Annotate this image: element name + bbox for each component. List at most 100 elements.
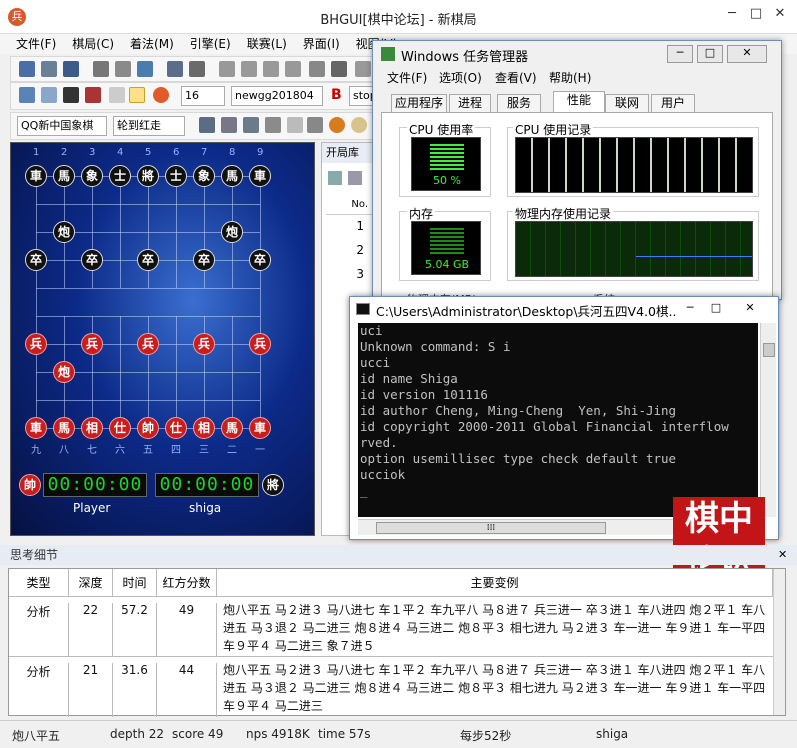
prev-move-icon[interactable] [241,61,257,77]
rotate-icon[interactable] [221,117,237,133]
black-cannon[interactable]: 炮 [221,221,243,243]
search-icon[interactable] [129,87,145,103]
red-commander[interactable]: 帥 [137,417,159,439]
redo-icon[interactable] [331,61,347,77]
next-move-icon[interactable] [263,61,279,77]
black-pawn[interactable]: 卒 [137,249,159,271]
query-icon[interactable] [287,117,303,133]
black-chariot[interactable]: 車 [25,165,47,187]
tab-services[interactable]: 服务 [497,94,541,113]
tab-processes[interactable]: 进程 [449,94,491,113]
last-move-icon[interactable] [285,61,301,77]
library-row[interactable]: 3 [326,267,372,281]
menu-engine[interactable]: 引擎(E) [182,34,239,54]
copy-icon[interactable] [167,61,183,77]
taskmgr-menu-file[interactable]: 文件(F) [387,69,427,86]
setup-icon[interactable] [199,117,215,133]
library-row[interactable]: 2 [326,243,372,257]
red-chariot[interactable]: 車 [249,417,271,439]
open-icon[interactable] [41,61,57,77]
engine-icon[interactable] [153,87,169,103]
close-button[interactable]: ✕ [768,4,792,24]
think-panel-close-icon[interactable]: ✕ [778,548,787,561]
red-commander-icon[interactable] [329,117,345,133]
monitor-icon[interactable] [41,87,57,103]
new-icon[interactable] [19,61,35,77]
black-chariot[interactable]: 車 [249,165,271,187]
undo-icon[interactable] [309,61,325,77]
chess-board[interactable]: 1 2 3 4 5 6 7 8 9 車 馬 象 士 將 士 象 馬 車 炮 炮 … [10,142,315,536]
red-cannon[interactable]: 炮 [53,361,75,383]
flip-icon[interactable] [355,61,371,77]
taskmgr-max-button[interactable]: □ [697,45,723,63]
red-pawn[interactable]: 兵 [25,333,47,355]
tab-users[interactable]: 用户 [651,94,695,113]
turn-select[interactable]: 轮到红走 [113,116,185,136]
taskmgr-menu-help[interactable]: 帮助(H) [549,69,591,86]
black-general-icon[interactable] [351,117,367,133]
tool-icon[interactable] [243,117,259,133]
paste-icon[interactable] [189,61,205,77]
tab-applications[interactable]: 应用程序 [391,94,447,113]
black-elephant[interactable]: 象 [81,165,103,187]
red-elephant[interactable]: 相 [193,417,215,439]
red-pawn[interactable]: 兵 [249,333,271,355]
tab-networking[interactable]: 联网 [605,94,649,113]
black-horse[interactable]: 馬 [53,165,75,187]
mute-icon[interactable] [307,117,323,133]
red-advisor[interactable]: 仕 [165,417,187,439]
black-elephant[interactable]: 象 [193,165,215,187]
taskmgr-menu-view[interactable]: 查看(V) [495,69,537,86]
red-advisor[interactable]: 仕 [109,417,131,439]
first-move-icon[interactable] [219,61,235,77]
mail-icon[interactable] [115,61,131,77]
lightning-icon[interactable] [328,171,342,185]
console-output[interactable]: uci Unknown command: S i ucci id name Shiga… [358,323,758,517]
depth-select[interactable]: 16 [181,86,225,106]
link-icon[interactable] [137,61,153,77]
menu-interface[interactable]: 界面(I) [295,34,348,54]
black-pawn[interactable]: 卒 [193,249,215,271]
b-button[interactable]: B [331,87,342,103]
grid-icon[interactable] [348,171,362,185]
display-icon[interactable] [63,87,79,103]
red-pawn[interactable]: 兵 [193,333,215,355]
black-pawn[interactable]: 卒 [81,249,103,271]
console-close-button[interactable]: ✕ [730,301,770,317]
console-max-button[interactable]: □ [706,301,726,317]
taskmgr-close-button[interactable]: ✕ [727,45,767,63]
black-advisor[interactable]: 士 [165,165,187,187]
black-cannon[interactable]: 炮 [53,221,75,243]
maximize-button[interactable]: □ [744,4,768,24]
red-pawn[interactable]: 兵 [81,333,103,355]
black-pawn[interactable]: 卒 [25,249,47,271]
black-horse[interactable]: 馬 [221,165,243,187]
taskmgr-min-button[interactable]: ─ [667,45,693,63]
table-row[interactable]: 分析 21 31.6 44 炮八平五 马２进３ 马八进七 车１平２ 车九平八 马… [9,657,773,717]
red-horse[interactable]: 馬 [221,417,243,439]
red-chariot[interactable]: 車 [25,417,47,439]
black-pawn[interactable]: 卒 [249,249,271,271]
red-horse[interactable]: 馬 [53,417,75,439]
console-min-button[interactable]: ─ [680,301,700,317]
minimize-button[interactable]: ─ [720,4,744,24]
print-icon[interactable] [93,61,109,77]
black-general[interactable]: 將 [137,165,159,187]
menu-league[interactable]: 联赛(L) [239,34,295,54]
board-icon[interactable] [19,87,35,103]
red-pawn[interactable]: 兵 [137,333,159,355]
menu-file[interactable]: 文件(F) [8,34,64,54]
library-row[interactable]: 1 [326,219,372,233]
tab-performance[interactable]: 性能 [553,91,605,113]
book-select[interactable]: newgg201804 [231,86,323,106]
lock-icon[interactable] [265,117,281,133]
red-elephant[interactable]: 相 [81,417,103,439]
style-select[interactable]: QQ新中国象棋 [17,116,107,136]
console-vscroll[interactable] [760,323,776,517]
bulb-icon[interactable] [109,87,125,103]
save-icon[interactable] [63,61,79,77]
red-screen-icon[interactable] [85,87,101,103]
black-advisor[interactable]: 士 [109,165,131,187]
think-vscroll[interactable] [773,569,785,715]
table-row[interactable]: 分析 22 57.2 49 炮八平五 马２进３ 马八进七 车１平２ 车九平八 马… [9,597,773,657]
